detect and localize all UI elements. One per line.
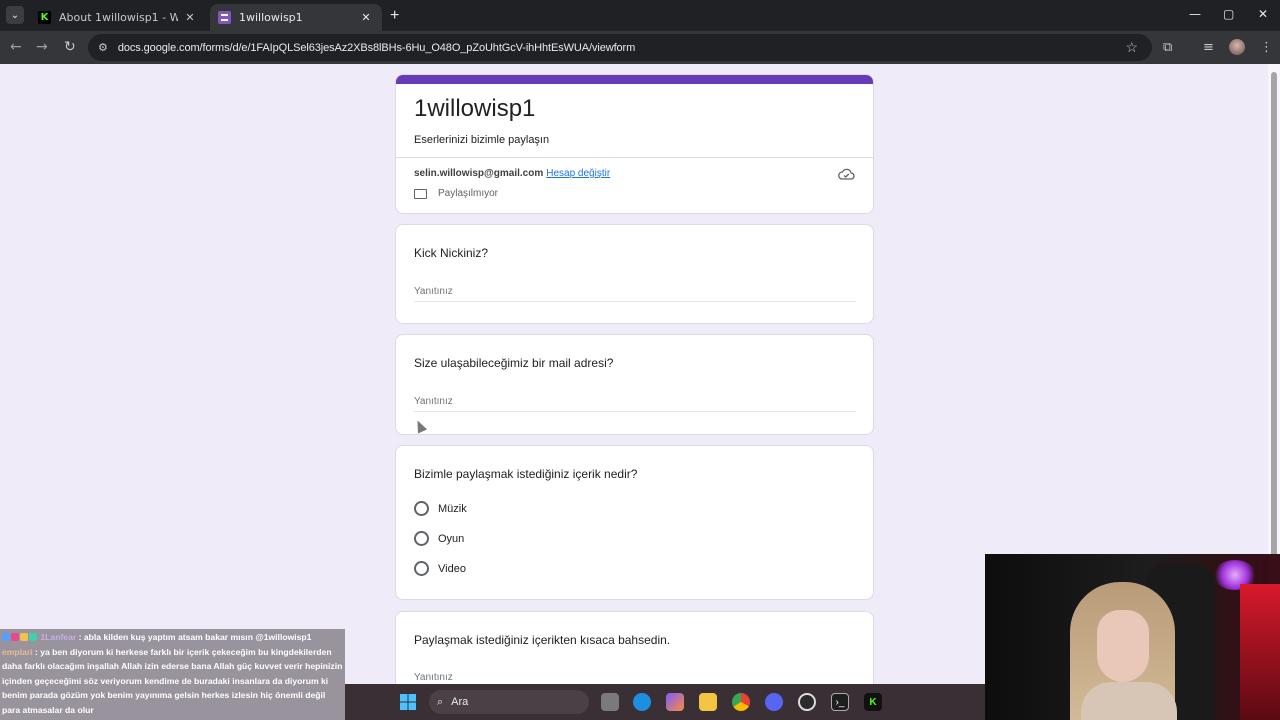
option-muzik[interactable]: Müzik	[414, 501, 467, 516]
form-title: 1willowisp1	[414, 95, 536, 122]
task-view-icon[interactable]	[601, 693, 619, 711]
chat-text: : abla kilden kuş yaptım atsam bakar mıs…	[78, 632, 312, 642]
option-oyun[interactable]: Oyun	[414, 531, 464, 546]
chat-username: 1Lanfear	[40, 632, 77, 642]
question-card-content-type: Bizimle paylaşmak istediğiniz içerik ned…	[395, 445, 874, 600]
streamer-face	[1097, 610, 1149, 682]
scrollbar-thumb[interactable]	[1271, 72, 1277, 588]
stream-chat-overlay: 1Lanfear : abla kilden kuş yaptım atsam …	[0, 629, 345, 720]
windows-taskbar: ⌕ Ara ›_ K	[345, 684, 985, 720]
question-title: Size ulaşabileceğimiz bir mail adresi?	[414, 356, 614, 370]
tab-close-icon[interactable]: ✕	[182, 11, 198, 24]
obs-icon[interactable]	[798, 693, 816, 711]
red-backlight	[1240, 584, 1280, 720]
chrome-icon[interactable]	[732, 693, 750, 711]
chat-badge-icon	[20, 633, 28, 641]
address-bar[interactable]: ⚙ docs.google.com/forms/d/e/1FAIpQLSel63…	[88, 34, 1152, 61]
chat-badge-icon	[11, 633, 19, 641]
maximize-button[interactable]: ▢	[1223, 7, 1234, 21]
chat-badge-icon	[2, 633, 10, 641]
webcam-overlay	[985, 554, 1280, 720]
windows-start-icon[interactable]	[399, 693, 417, 711]
question-title: Bizimle paylaşmak istediğiniz içerik ned…	[414, 467, 638, 481]
terminal-icon[interactable]: ›_	[831, 693, 849, 711]
option-label: Oyun	[438, 532, 465, 545]
copilot-icon[interactable]	[666, 693, 684, 711]
menu-kebab-icon[interactable]: ⋮	[1260, 40, 1273, 55]
edge-icon[interactable]	[633, 693, 651, 711]
window-close-button[interactable]: ✕	[1258, 7, 1268, 21]
tab-search-button[interactable]: ⌄	[6, 6, 24, 24]
tab-close-icon[interactable]: ✕	[358, 11, 374, 24]
kick-icon[interactable]: K	[864, 693, 882, 711]
question-title: Paylaşmak istediğiniz içerikten kısaca b…	[414, 633, 671, 647]
chat-message: emplari : ya ben diyorum ki herkese fark…	[2, 645, 343, 718]
discord-icon[interactable]	[765, 693, 783, 711]
answer-input[interactable]: Yanıtınız	[414, 286, 856, 302]
question-card-kick-nick: Kick Nickiniz? Yanıtınız	[395, 224, 874, 324]
form-header-card: 1willowisp1 Eserlerinizi bizimle paylaşı…	[395, 74, 874, 214]
question-card-email: Size ulaşabileceğimiz bir mail adresi? Y…	[395, 334, 874, 435]
radio-button[interactable]	[414, 531, 429, 546]
search-icon: ⌕	[437, 695, 444, 708]
tab-google-form[interactable]: 1willowisp1 ✕	[210, 4, 382, 31]
streamer-body	[1081, 682, 1177, 720]
reload-icon[interactable]: ↻	[64, 39, 76, 55]
back-arrow-icon[interactable]: ←	[10, 39, 22, 55]
forward-arrow-icon[interactable]: →	[36, 39, 48, 55]
chat-message: 1Lanfear : abla kilden kuş yaptım atsam …	[2, 630, 343, 645]
file-explorer-icon[interactable]	[699, 693, 717, 711]
account-email: selin.willowisp@gmail.com	[414, 168, 544, 179]
taskbar-search[interactable]: ⌕ Ara	[429, 690, 589, 714]
minimize-button[interactable]: —	[1189, 7, 1201, 21]
profile-avatar[interactable]	[1229, 39, 1245, 55]
answer-input[interactable]: Yanıtınız	[414, 396, 856, 412]
radio-button[interactable]	[414, 501, 429, 516]
not-shared-label: Paylaşılmıyor	[438, 188, 499, 199]
kick-favicon-icon: K	[38, 11, 51, 24]
option-video[interactable]: Video	[414, 561, 466, 576]
account-info: selin.willowisp@gmail.com Hesap değiştir	[414, 168, 610, 179]
tab-title: 1willowisp1	[239, 11, 303, 24]
question-title: Kick Nickiniz?	[414, 246, 489, 260]
cloud-saved-icon	[838, 168, 855, 180]
tab-title: About 1willowisp1 - Watch Live	[59, 11, 178, 24]
tab-bar: ⌄ K About 1willowisp1 - Watch Live ✕ 1wi…	[0, 0, 1280, 31]
forms-favicon-icon	[218, 11, 231, 24]
extensions-icon[interactable]: ⧉	[1163, 40, 1172, 55]
media-control-icon[interactable]: ≡	[1203, 40, 1214, 55]
chat-username: emplari	[2, 646, 33, 657]
chat-badge-icon	[29, 633, 37, 641]
divider	[396, 157, 873, 158]
mail-icon	[414, 188, 427, 199]
not-shared-status: Paylaşılmıyor	[414, 188, 498, 199]
browser-toolbar: ← → ↻ ⚙ docs.google.com/forms/d/e/1FAIpQ…	[0, 31, 1280, 64]
chat-text: : ya ben diyorum ki herkese farklı bir i…	[2, 646, 343, 715]
switch-account-link[interactable]: Hesap değiştir	[546, 168, 610, 179]
radio-button[interactable]	[414, 561, 429, 576]
bookmark-star-icon[interactable]: ☆	[1125, 39, 1138, 56]
form-accent-bar	[396, 75, 873, 84]
new-tab-button[interactable]: +	[390, 7, 399, 25]
search-label: Ara	[451, 696, 469, 708]
option-label: Müzik	[438, 502, 467, 515]
site-info-icon[interactable]: ⚙	[98, 41, 108, 54]
option-label: Video	[438, 562, 466, 575]
tab-kick[interactable]: K About 1willowisp1 - Watch Live ✕	[30, 4, 206, 31]
form-description: Eserlerinizi bizimle paylaşın	[414, 134, 550, 146]
url-text: docs.google.com/forms/d/e/1FAIpQLSel63je…	[117, 41, 636, 54]
